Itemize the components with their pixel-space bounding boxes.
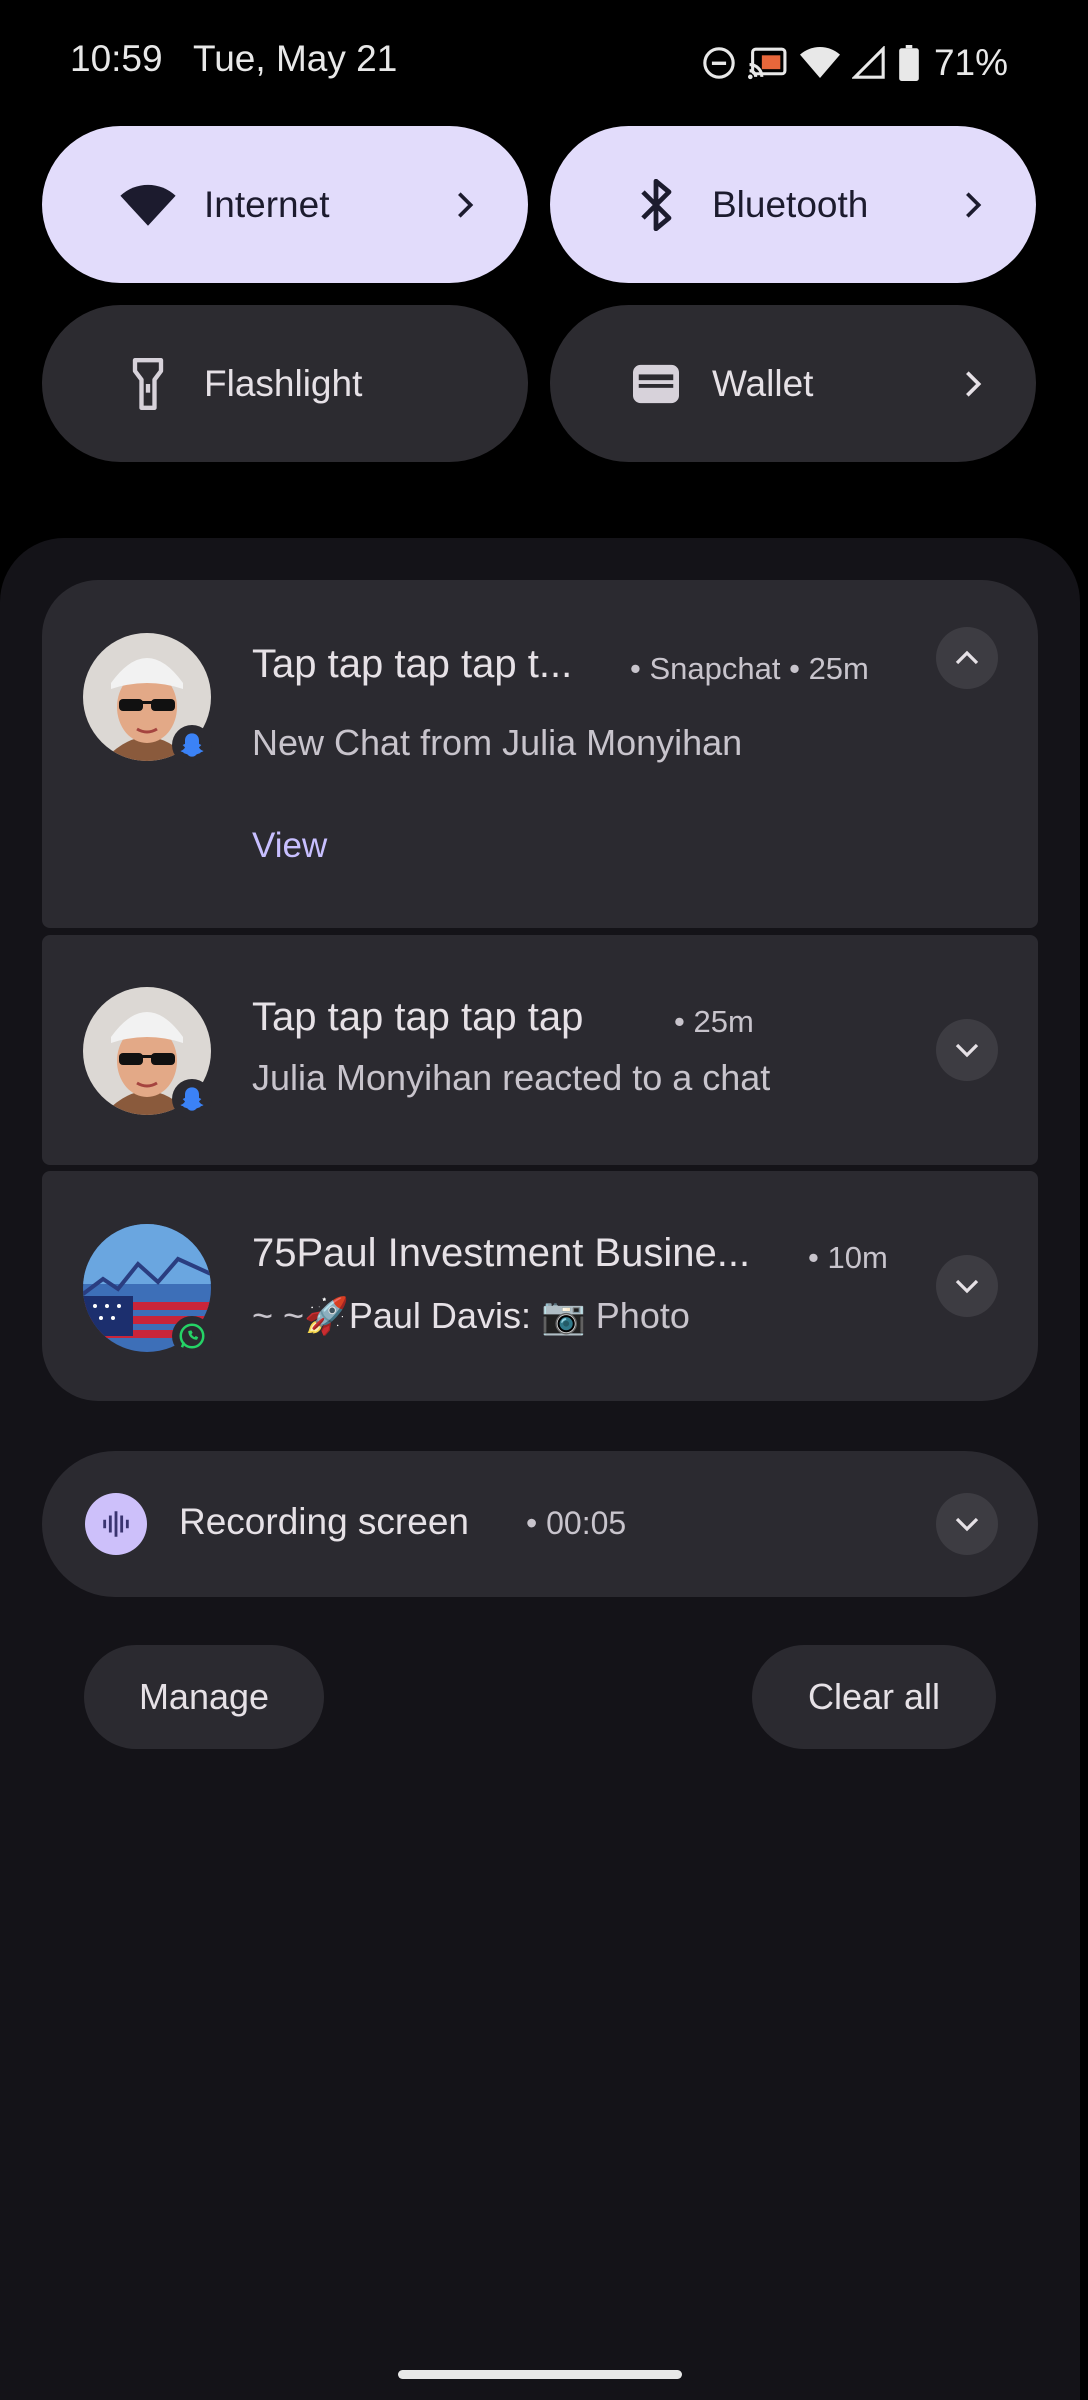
wifi-icon: [120, 177, 176, 233]
snapchat-icon: [172, 725, 212, 765]
chevron-down-icon: [955, 1043, 979, 1058]
screen-record-icon: [85, 1493, 147, 1555]
tile-flashlight-label: Flashlight: [204, 362, 363, 404]
chevron-right-icon: [956, 367, 990, 401]
wifi-icon: [799, 46, 840, 80]
notification-time: 25m: [808, 651, 869, 686]
notification-body: New Chat from Julia Monyihan: [252, 722, 743, 763]
battery-percentage: 71%: [933, 42, 1008, 83]
notification-meta: • 25m: [674, 1004, 754, 1039]
expand-button[interactable]: [936, 1019, 998, 1081]
notification-body: ~ ~🚀Paul Davis: 📷 Photo: [252, 1295, 690, 1337]
notification-time: 10m: [827, 1240, 888, 1275]
status-date: Tue, May 21: [193, 38, 398, 79]
bluetooth-icon: [628, 177, 684, 233]
tile-wallet-label: Wallet: [712, 362, 814, 404]
recording-title: Recording screen: [179, 1501, 469, 1542]
cast-icon: [747, 46, 788, 80]
home-indicator[interactable]: [398, 2370, 682, 2379]
notification-title: 75Paul Investment Busine...: [252, 1231, 751, 1275]
recording-elapsed: • 00:05: [526, 1505, 627, 1541]
notification-snapchat-expanded[interactable]: Tap tap tap tap t... • Snapchat • 25m Ne…: [42, 580, 1038, 928]
expand-button[interactable]: [936, 1493, 998, 1555]
notification-body-prefix: ~ ~🚀: [252, 1295, 349, 1336]
notification-title: Tap tap tap tap t...: [252, 642, 573, 686]
do-not-disturb-icon: [702, 46, 736, 80]
notification-body-text: 📷 Photo: [540, 1295, 690, 1336]
tile-flashlight[interactable]: Flashlight: [42, 305, 528, 462]
snapchat-icon: [172, 1079, 212, 1119]
notification-snapchat[interactable]: Tap tap tap tap tap • 25m Julia Monyihan…: [42, 935, 1038, 1165]
manage-button[interactable]: Manage: [84, 1645, 324, 1749]
status-time: 10:59: [70, 38, 163, 79]
clear-all-button[interactable]: Clear all: [752, 1645, 996, 1749]
tile-internet[interactable]: Internet: [42, 126, 528, 283]
recording-time: 00:05: [546, 1505, 627, 1541]
notification-body: Julia Monyihan reacted to a chat: [252, 1057, 771, 1098]
chevron-right-icon: [956, 188, 990, 222]
notification-sender: Paul Davis:: [348, 1295, 531, 1336]
tile-internet-label: Internet: [204, 183, 330, 225]
notification-whatsapp[interactable]: 75Paul Investment Busine... • 10m ~ ~🚀Pa…: [42, 1171, 1038, 1401]
view-action-button[interactable]: View: [252, 826, 327, 866]
notification-title: Tap tap tap tap tap: [252, 995, 584, 1039]
expand-button[interactable]: [936, 1255, 998, 1317]
whatsapp-icon: [172, 1316, 212, 1356]
wallet-icon: [628, 356, 684, 412]
chevron-up-icon: [955, 650, 979, 665]
battery-icon: [898, 45, 920, 81]
status-icons: 71%: [702, 40, 1008, 86]
tile-bluetooth-label: Bluetooth: [712, 183, 869, 225]
collapse-button[interactable]: [936, 627, 998, 689]
notification-meta: • 10m: [808, 1240, 888, 1275]
flashlight-icon: [120, 356, 176, 412]
chevron-down-icon: [955, 1517, 979, 1532]
notification-time: 25m: [693, 1004, 754, 1039]
chevron-down-icon: [955, 1279, 979, 1294]
status-bar: 10:59 Tue, May 21 71%: [0, 0, 1088, 125]
tile-wallet[interactable]: Wallet: [550, 305, 1036, 462]
chevron-right-icon: [448, 188, 482, 222]
notification-app-name: Snapchat: [649, 651, 781, 686]
cell-signal-icon: [851, 46, 886, 80]
notification-screen-recording[interactable]: Recording screen • 00:05: [42, 1451, 1038, 1597]
tile-bluetooth[interactable]: Bluetooth: [550, 126, 1036, 283]
notification-app: • Snapchat • 25m: [630, 651, 869, 686]
